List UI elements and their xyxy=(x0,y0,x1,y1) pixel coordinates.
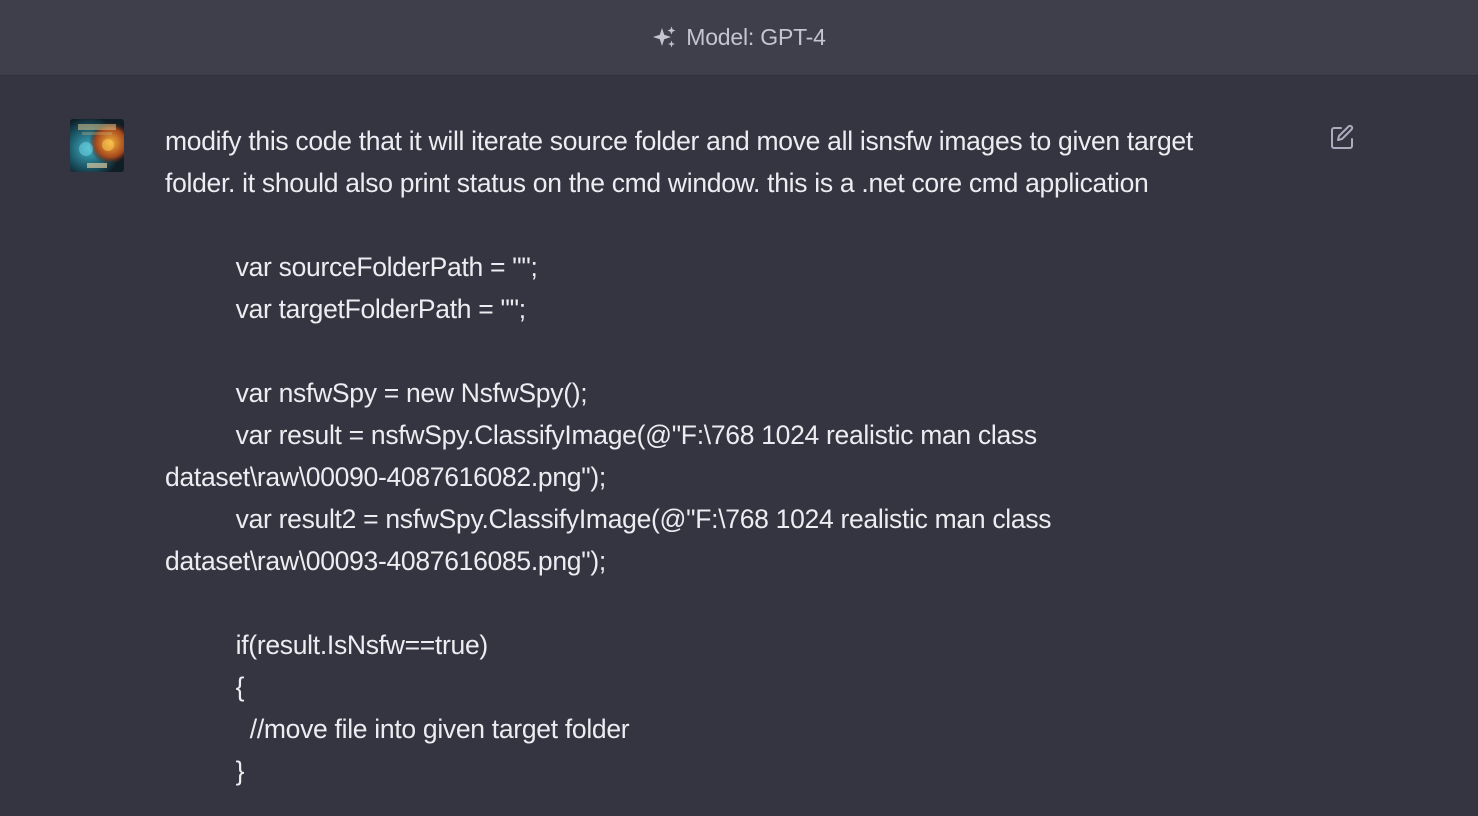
model-label: Model: GPT-4 xyxy=(686,24,826,50)
edit-message-button[interactable] xyxy=(1326,124,1358,156)
sparkle-icon xyxy=(652,25,678,51)
model-header: Model: GPT-4 xyxy=(0,0,1478,76)
edit-icon xyxy=(1328,124,1356,156)
chat-app: Model: GPT-4 modify this code that it wi… xyxy=(0,0,1478,816)
user-message-text: modify this code that it will iterate so… xyxy=(165,126,1193,786)
user-avatar xyxy=(70,119,124,172)
